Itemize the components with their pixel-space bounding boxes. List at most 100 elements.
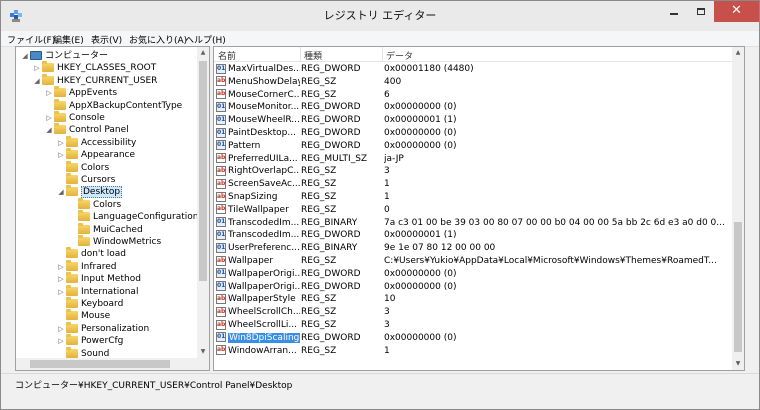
collapse-arrow-icon[interactable]: ◢ (56, 186, 66, 198)
value-row[interactable]: 01 WallpaperOrigi... REG_DWORD 0x00000000 (… (214, 281, 734, 294)
expand-arrow-icon[interactable]: ▷ (56, 261, 66, 273)
tree-node[interactable]: ▷ AppEvents (44, 86, 117, 99)
tree-node[interactable]: AppXBackupContentType (44, 98, 182, 112)
key-tree-pane[interactable]: ◢ コンピューター ▷ HKEY_CLASSES_ROOT ◢ HKEY_CURRENT_… (15, 46, 210, 371)
tree-node[interactable]: ▷ International (56, 284, 138, 298)
value-name-cell: ab MouseCornerC... (216, 89, 300, 102)
folder-icon (66, 284, 78, 296)
value-type: REG_SZ (301, 192, 337, 202)
tree-node[interactable]: WindowMetrics (68, 235, 161, 248)
tree-node[interactable]: ▷ Personalization (56, 321, 149, 335)
value-row[interactable]: 01 UserPreferenc... REG_BINARY 9e 1e 07 80 … (214, 242, 734, 255)
tree-node-label: Colors (81, 162, 110, 173)
minimize-button[interactable] (660, 1, 687, 22)
tree-node[interactable]: ▷ Console (44, 111, 105, 124)
value-type: REG_DWORD (301, 128, 361, 138)
tree-scroll-thumb[interactable] (199, 61, 207, 281)
value-row[interactable]: ab SnapSizing REG_SZ 1 (214, 191, 734, 204)
column-divider[interactable] (300, 47, 301, 62)
tree-node[interactable]: Colors (68, 197, 121, 211)
menu-view[interactable]: 表示(V) (91, 33, 122, 46)
expand-arrow-icon[interactable]: ▷ (56, 323, 66, 335)
expand-arrow-icon[interactable]: ▷ (44, 87, 54, 99)
folder-icon (66, 185, 78, 197)
close-button[interactable]: ✕ (714, 1, 759, 22)
list-scroll-thumb[interactable] (734, 222, 742, 352)
value-name: MaxVirtualDes... (228, 64, 300, 74)
scroll-down-arrow-icon[interactable]: ▼ (732, 358, 744, 370)
value-row[interactable]: 01 PaintDesktop... REG_DWORD 0x00000000 (0) (214, 127, 734, 140)
expand-arrow-icon[interactable]: ▷ (56, 273, 66, 285)
value-row[interactable]: ab WheelScrollCh... REG_SZ 3 (214, 306, 734, 319)
tree-node[interactable]: Cursors (56, 173, 115, 186)
value-row[interactable]: 01 WallpaperOrigi... REG_DWORD 0x00000000 (… (214, 268, 734, 281)
menu-favorites[interactable]: お気に入り(A) (129, 33, 187, 46)
value-row[interactable]: ab WindowArran... REG_SZ 1 (214, 345, 734, 358)
tree-node[interactable]: ◢ コンピューター (20, 50, 108, 62)
value-name: PreferredUILa... (228, 153, 298, 164)
tree-node[interactable]: ▷ Infrared (56, 259, 117, 273)
value-row[interactable]: 01 TranscodedIm... REG_BINARY 7a c3 01 00 b… (214, 217, 734, 230)
collapse-arrow-icon[interactable]: ◢ (32, 75, 42, 87)
tree-node[interactable]: LanguageConfiguration (68, 210, 198, 223)
collapse-arrow-icon[interactable]: ◢ (20, 50, 30, 62)
scroll-up-arrow-icon[interactable]: ▲ (732, 47, 744, 59)
tree-horizontal-scrollbar[interactable] (16, 358, 197, 370)
tree-node[interactable]: ▷ HKEY_CLASSES_ROOT (32, 61, 156, 74)
value-row[interactable]: 01 MaxVirtualDes... REG_DWORD 0x00001180 (4… (214, 63, 734, 76)
value-row[interactable]: 01 Pattern REG_DWORD 0x00000000 (0) (214, 140, 734, 153)
column-header-data[interactable]: データ (386, 49, 413, 62)
value-row[interactable]: ab Wallpaper REG_SZ C:¥Users¥Yukio¥AppData¥… (214, 255, 734, 268)
tree-node[interactable]: ▷ Input Method (56, 272, 141, 285)
expand-arrow-icon[interactable]: ▷ (56, 286, 66, 298)
values-list-pane[interactable]: 名前 種類 データ 01 MaxVirtualDes... REG_DWORD 0x0… (213, 46, 745, 371)
tree-node-label: Desktop (81, 186, 123, 199)
scroll-up-arrow-icon[interactable]: ▲ (197, 47, 209, 59)
tree-node[interactable]: ◢ HKEY_CURRENT_USER (32, 73, 157, 87)
value-row[interactable]: ab MouseCornerC... REG_SZ 6 (214, 89, 734, 102)
expand-arrow-icon[interactable]: ▷ (56, 335, 66, 347)
value-row[interactable]: ab ScreenSaveAc... REG_SZ 1 (214, 178, 734, 191)
column-divider[interactable] (382, 47, 383, 62)
expand-arrow-icon[interactable]: ▷ (32, 62, 42, 74)
tree-node[interactable]: MuiCached (68, 222, 143, 236)
tree-node[interactable]: Keyboard (56, 297, 123, 310)
value-name: MouseWheelR... (228, 115, 300, 126)
expand-arrow-icon[interactable]: ▷ (44, 112, 54, 124)
column-header-name[interactable]: 名前 (218, 49, 236, 62)
menu-file[interactable]: ファイル(F) (7, 33, 55, 46)
tree-vertical-scrollbar[interactable]: ▲ ▼ (197, 47, 209, 370)
expand-arrow-icon[interactable]: ▷ (56, 149, 66, 161)
tree-node[interactable]: Mouse (56, 309, 110, 322)
value-row[interactable]: ab RightOverlapC... REG_SZ 3 (214, 165, 734, 178)
expand-arrow-icon[interactable]: ▷ (56, 137, 66, 149)
value-row[interactable]: ab MenuShowDelay REG_SZ 400 (214, 76, 734, 89)
tree-node[interactable]: don't load (56, 247, 126, 260)
value-row[interactable]: 01 TranscodedIm... REG_DWORD 0x00000001 (1) (214, 229, 734, 242)
value-row[interactable]: ab WheelScrollLi... REG_SZ 3 (214, 319, 734, 332)
collapse-arrow-icon[interactable]: ◢ (44, 124, 54, 136)
tree-node[interactable]: ◢ Control Panel (44, 123, 129, 136)
tree-hscroll-thumb[interactable] (30, 360, 170, 368)
value-row[interactable]: 01 Win8DpiScaling REG_DWORD 0x00000000 (0) (214, 332, 734, 345)
title-bar[interactable]: レジストリ エディター ✕ (1, 1, 759, 31)
tree-node[interactable]: ▷ PowerCfg (56, 334, 123, 347)
menu-help[interactable]: ヘルプ(H) (185, 33, 226, 46)
value-type: REG_SZ (301, 76, 337, 87)
tree-node[interactable]: ▷ Accessibility (56, 135, 136, 149)
value-row[interactable]: ab PreferredUILa... REG_MULTI_SZ ja-JP (214, 153, 734, 166)
menu-edit[interactable]: 編集(E) (53, 33, 84, 46)
maximize-button[interactable] (687, 1, 714, 22)
tree-node[interactable]: ◢ Desktop (56, 185, 123, 199)
tree-node[interactable]: ▷ Appearance (56, 148, 135, 161)
tree-node[interactable]: Colors (56, 160, 110, 174)
value-row[interactable]: 01 MouseWheelR... REG_DWORD 0x00000001 (1) (214, 114, 734, 127)
value-row[interactable]: ab TileWallpaper REG_SZ 0 (214, 204, 734, 217)
column-header-type[interactable]: 種類 (304, 49, 322, 62)
list-vertical-scrollbar[interactable]: ▲ ▼ (732, 47, 744, 370)
value-row[interactable]: 01 MouseMonitor... REG_DWORD 0x00000000 (0) (214, 101, 734, 114)
folder-icon (78, 197, 90, 209)
value-row[interactable]: ab WallpaperStyle REG_SZ 10 (214, 293, 734, 306)
value-name: ScreenSaveAc... (228, 179, 300, 190)
scroll-down-arrow-icon[interactable]: ▼ (197, 346, 209, 358)
